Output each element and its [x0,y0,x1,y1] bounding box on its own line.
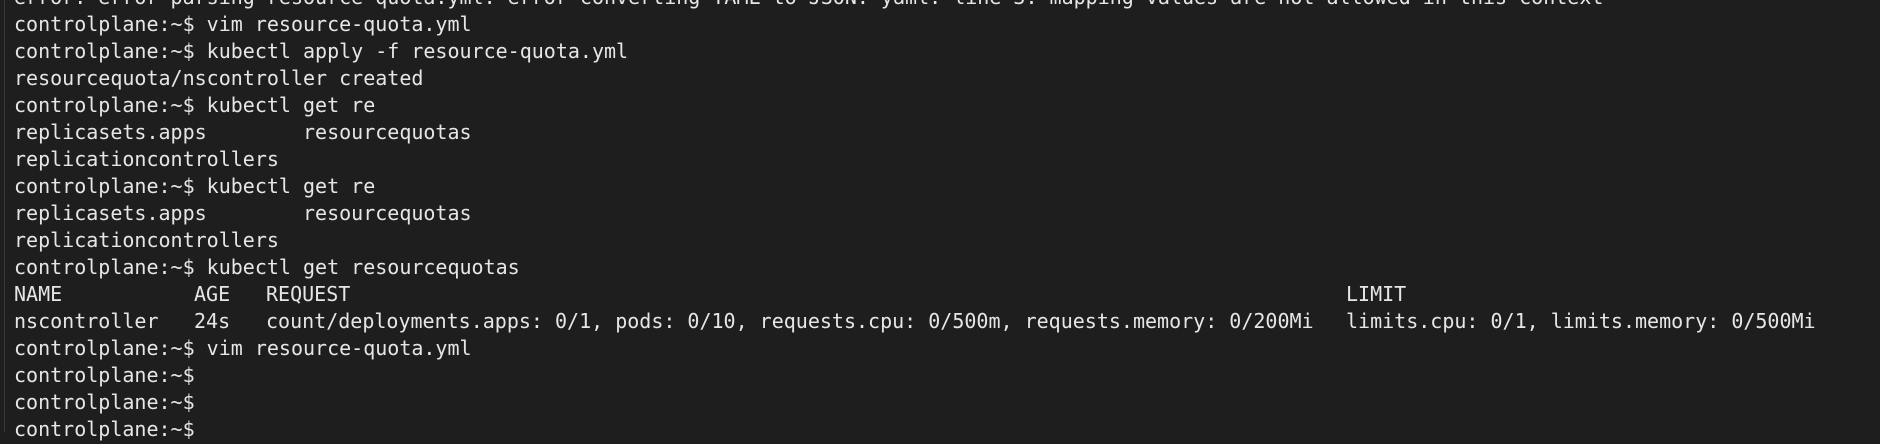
quota-request: count/deployments.apps: 0/1, pods: 0/10,… [266,309,1314,333]
shell-prompt: controlplane:~$ [14,390,195,414]
quota-table-header: NAME AGE REQUEST LIMIT [14,281,1880,308]
column-header-request: REQUEST [266,282,351,306]
command-text: kubectl get resourcequotas [206,255,520,279]
shell-prompt: controlplane:~$ [14,174,207,198]
command-text: kubectl get re [206,174,376,198]
command-line: controlplane:~$ kubectl get resourcequot… [14,254,1880,281]
command-line: controlplane:~$ vim resource-quota.yml [14,335,1880,362]
shell-prompt: controlplane:~$ [14,417,195,441]
shell-prompt: controlplane:~$ [14,336,207,360]
output-line: resourcequota/nscontroller created [14,66,424,90]
command-text: kubectl get re [206,93,376,117]
output-line: replicationcontrollers [14,147,279,171]
command-line: controlplane:~$ kubectl get re [14,92,1880,119]
command-line: controlplane:~$ [14,389,1880,416]
output-line: replicasets.apps resourcequotas [14,120,472,144]
terminal-output[interactable]: error: error parsing resource-quota.yml:… [0,0,1880,444]
command-text: vim resource-quota.yml [206,336,472,360]
column-header-age: AGE [194,282,231,306]
command-text: vim resource-quota.yml [206,12,472,36]
quota-age: 24s [194,309,231,333]
error-output-line: error: error parsing resource-quota.yml:… [14,0,1880,11]
quota-table-row: nscontroller 24s count/deployments.apps: 0… [14,308,1880,335]
output-line: replicationcontrollers [14,228,279,252]
quota-name: nscontroller [14,309,159,333]
command-line: controlplane:~$ kubectl apply -f resourc… [14,38,1880,65]
shell-prompt: controlplane:~$ [14,255,207,279]
shell-prompt: controlplane:~$ [14,39,207,63]
command-line: controlplane:~$ kubectl get re [14,173,1880,200]
shell-prompt: controlplane:~$ [14,12,207,36]
command-line: controlplane:~$ [14,416,1880,443]
shell-prompt: controlplane:~$ [14,363,195,387]
output-line: replicasets.apps resourcequotas [14,201,472,225]
command-line: controlplane:~$ vim resource-quota.yml [14,11,1880,38]
command-line: controlplane:~$ [14,362,1880,389]
shell-prompt: controlplane:~$ [14,93,207,117]
command-text: kubectl apply -f resource-quota.yml [206,39,629,63]
quota-limit: limits.cpu: 0/1, limits.memory: 0/500Mi [1346,309,1816,333]
column-header-limit: LIMIT [1346,282,1407,306]
column-header-name: NAME [14,282,63,306]
